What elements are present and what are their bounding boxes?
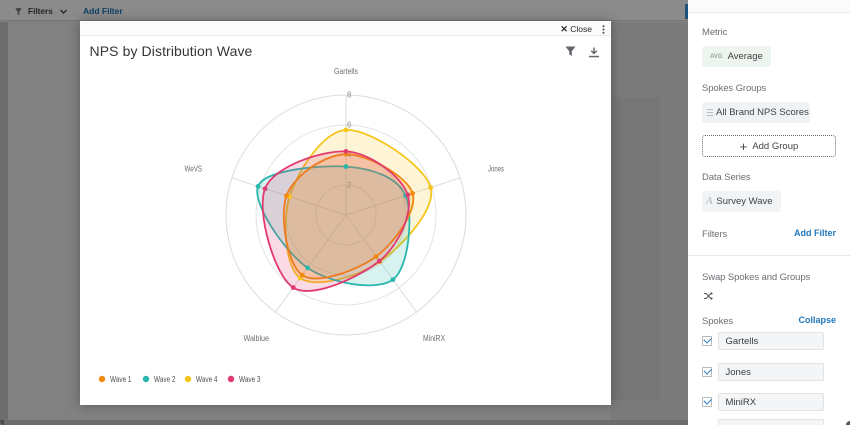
svg-text:WeVS: WeVS: [185, 164, 203, 174]
svg-text:Walblue: Walblue: [244, 333, 270, 343]
svg-text:MiniRX: MiniRX: [423, 333, 445, 343]
svg-text:6: 6: [347, 121, 352, 130]
svg-text:Jones: Jones: [488, 164, 504, 174]
svg-text:Gartells: Gartells: [334, 66, 358, 76]
svg-text:Wave 1: Wave 1: [110, 375, 132, 384]
svg-text:Wave 2: Wave 2: [154, 375, 176, 384]
svg-text:Wave 4: Wave 4: [196, 375, 218, 384]
svg-text:8: 8: [347, 91, 352, 100]
svg-text:Wave 3: Wave 3: [239, 375, 261, 384]
